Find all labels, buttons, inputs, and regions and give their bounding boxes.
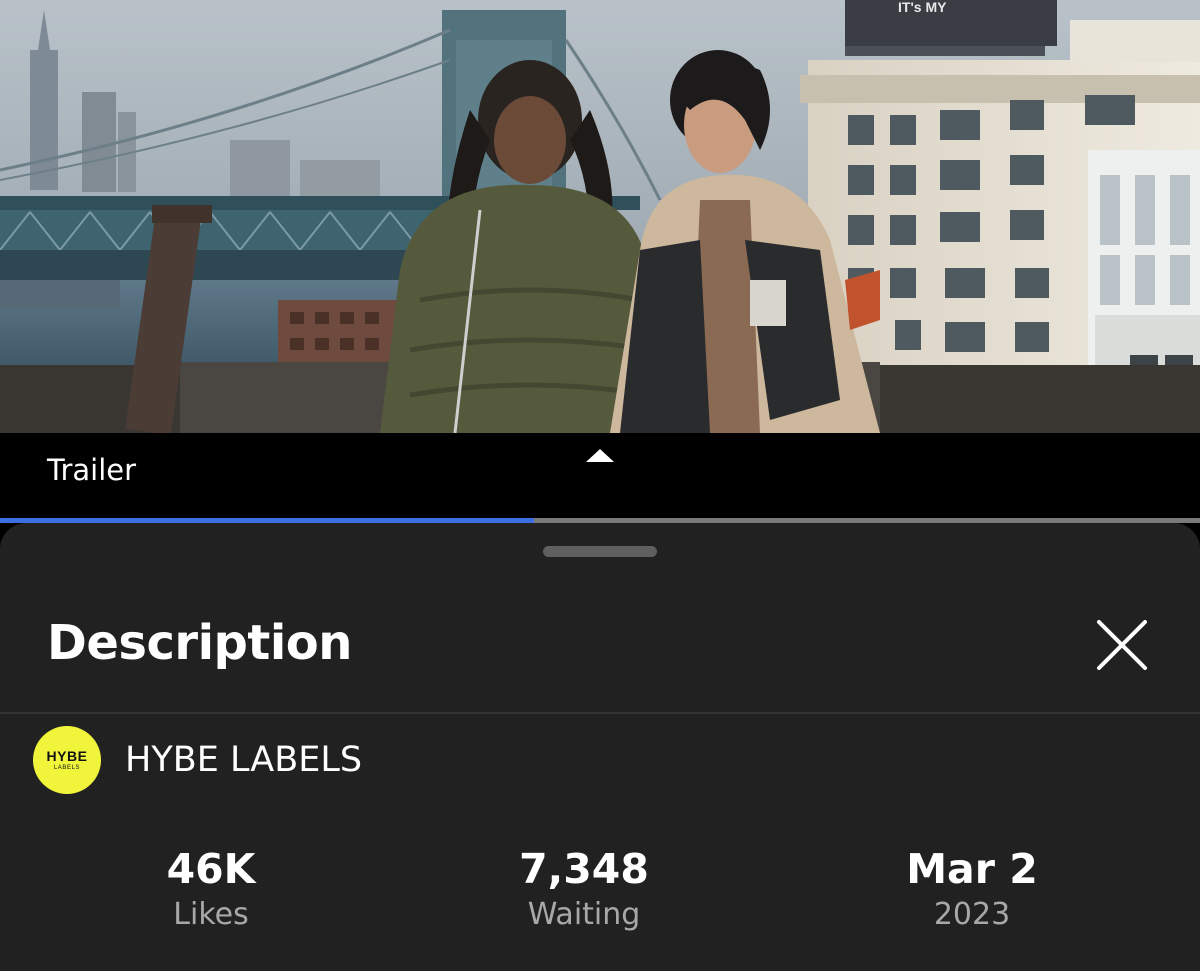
avatar-logo-text: HYBE (46, 748, 88, 764)
stat-label: Likes (173, 897, 249, 932)
channel-name[interactable]: HYBE LABELS (125, 740, 362, 780)
video-type-label: Trailer (47, 453, 137, 487)
stat-value: 7,348 (519, 845, 649, 893)
chevron-up-icon[interactable] (586, 449, 614, 462)
channel-avatar[interactable]: HYBE LABELS (33, 726, 101, 794)
stat-label: 2023 (933, 897, 1011, 932)
stat-likes: 46K Likes (61, 843, 361, 935)
avatar-logo-subtext: LABELS (53, 765, 81, 771)
sheet-drag-handle[interactable] (543, 546, 657, 557)
stat-premiere-date: Mar 2 2023 (822, 843, 1122, 935)
stat-label: Waiting (527, 897, 641, 932)
billboard-text: IT's MY (898, 0, 947, 15)
close-icon (1097, 620, 1147, 670)
stat-value: 46K (166, 845, 256, 893)
stat-waiting: 7,348 Waiting (434, 843, 734, 935)
stats-row: 46K Likes 7,348 Waiting Mar 2 2023 (0, 843, 1200, 943)
sheet-title: Description (47, 615, 352, 671)
close-button[interactable] (1094, 617, 1150, 673)
video-player[interactable]: IT's MY (0, 0, 1200, 433)
video-frame-image: IT's MY (0, 0, 1200, 433)
stat-value: Mar 2 (906, 845, 1038, 893)
channel-row[interactable]: HYBE LABELS HYBE LABELS (33, 726, 362, 794)
video-info-bar: Trailer (0, 433, 1200, 519)
divider (0, 712, 1200, 714)
description-sheet: Description HYBE LABELS HYBE LABELS 46K … (0, 523, 1200, 971)
